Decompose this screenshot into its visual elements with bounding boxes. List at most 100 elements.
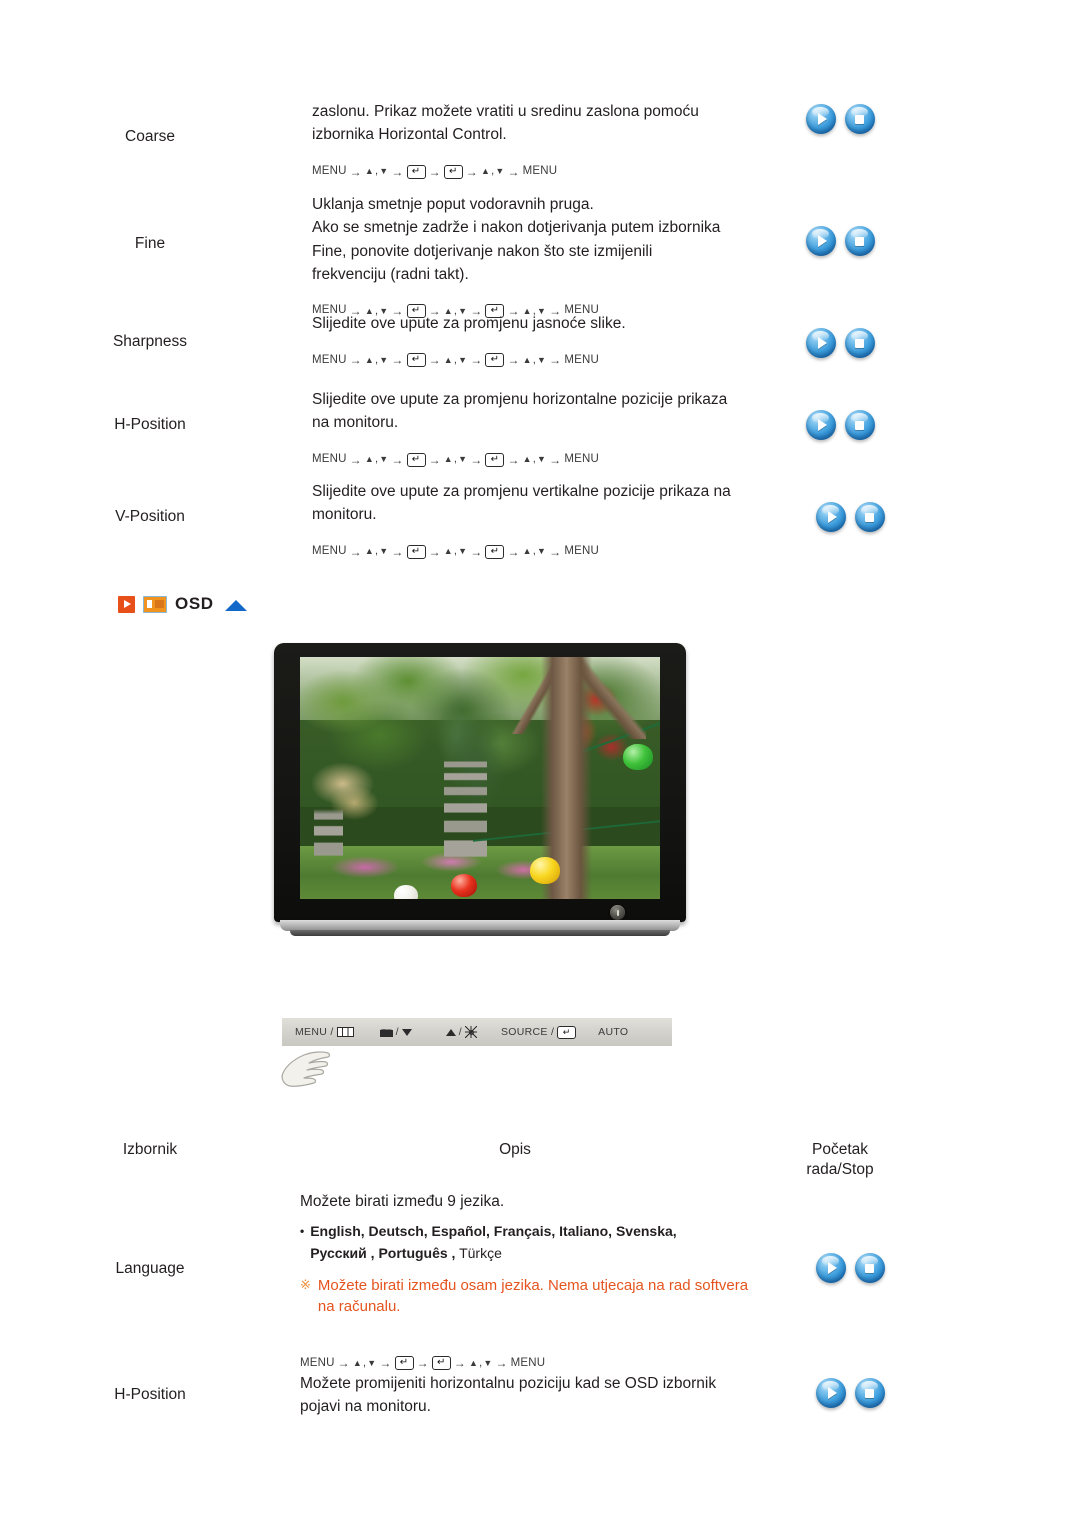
arrow-icon: → (507, 164, 520, 179)
arrow-icon: → (549, 353, 562, 368)
power-button-icon[interactable] (610, 905, 625, 920)
language-line-1: English, Deutsch, Español, Français, Ita… (310, 1223, 677, 1240)
play-icon (816, 1253, 846, 1283)
arrow-icon: → (507, 353, 520, 368)
updown-icon: ▲, ▼ (522, 353, 547, 366)
menu-label-language: Language (115, 1260, 185, 1277)
updown-icon: ▲, ▼ (522, 453, 547, 465)
enter-key-icon: ↵ (406, 164, 426, 179)
stop-icon (855, 502, 885, 532)
control-slash-label: / (458, 1026, 462, 1038)
language-list-lines: English, Deutsch, Español, Français, Ita… (310, 1221, 676, 1264)
hand-pointer-icon (278, 1046, 334, 1092)
lantern-red (451, 873, 478, 897)
play-button[interactable] (805, 410, 836, 440)
play-button[interactable] (815, 1253, 846, 1283)
stop-button[interactable] (854, 1253, 885, 1283)
stop-icon (855, 1253, 885, 1283)
header-menu: Izbornik (122, 1141, 178, 1158)
stop-button[interactable] (844, 226, 875, 256)
play-button[interactable] (815, 1378, 846, 1408)
enter-key-icon: ↵ (485, 353, 505, 368)
arrow-icon: → (507, 544, 520, 559)
arrow-icon: → (349, 353, 362, 368)
header-start-stop-line1: Početak (811, 1141, 868, 1158)
table-row-fine: Fine Uklanja smetnje poput vodoravnih pr… (0, 193, 1080, 320)
brightness-sun-icon (465, 1026, 477, 1038)
scroll-up-triangle-icon[interactable] (224, 599, 247, 611)
osd-section-label: OSD (175, 594, 214, 613)
arrow-icon: → (391, 544, 404, 559)
start-stop-buttons-osd-h-position (750, 1372, 950, 1408)
stop-button[interactable] (844, 328, 875, 358)
description-language: Možete birati između 9 jezika. • English… (300, 1190, 750, 1372)
arrow-icon: → (428, 164, 441, 179)
arrow-icon: → (470, 544, 483, 559)
header-start-stop-line2: rada/Stop (806, 1161, 874, 1179)
table-row-v-position: V-Position Slijedite ove upute za promje… (0, 480, 1080, 561)
play-icon (806, 328, 836, 358)
arrow-icon: → (416, 1356, 429, 1371)
arrow-icon: → (428, 452, 441, 467)
arrow-icon: → (428, 353, 441, 368)
arrow-icon: → (470, 353, 483, 368)
arrow-icon: → (337, 1356, 350, 1371)
start-stop-buttons-language (750, 1190, 950, 1283)
osd-section-header: OSD (118, 594, 247, 614)
play-button[interactable] (815, 502, 846, 532)
menu-path-h-position: MENU → ▲, ▼ → ↵ → ▲, ▼ → ↵ → ▲, ▼ → MENU (312, 451, 730, 469)
menu-label-sharpness: Sharpness (112, 333, 188, 350)
arrow-icon: → (465, 164, 478, 179)
play-button[interactable] (805, 104, 836, 134)
language-line-2-normal: Türkçe (455, 1244, 502, 1261)
arrow-icon: → (349, 164, 362, 179)
enter-key-icon: ↵ (406, 544, 426, 559)
description-text: Slijedite ove upute za promjenu horizont… (312, 391, 728, 432)
start-stop-buttons-h-position (730, 388, 950, 440)
orange-play-icon (118, 595, 135, 613)
updown-icon: ▲, ▼ (480, 165, 505, 177)
language-line-2-bold: Русский , Português , (310, 1244, 456, 1261)
header-description: Opis (499, 1141, 531, 1158)
arrow-icon: → (470, 452, 483, 467)
play-icon (806, 410, 836, 440)
play-button[interactable] (805, 328, 836, 358)
stop-icon (845, 328, 875, 358)
menu-path-coarse: MENU → ▲, ▼ → ↵ → ↵ → ▲, ▼ → MENU (312, 163, 730, 181)
contrast-icon (379, 1027, 393, 1037)
stop-button[interactable] (854, 502, 885, 532)
stop-icon (855, 1378, 885, 1408)
arrow-icon: → (391, 164, 404, 179)
menu-box-icon (336, 1027, 354, 1037)
enter-key-icon: ↵ (406, 353, 426, 368)
control-brightness-up-button[interactable]: / (445, 1026, 477, 1038)
header-start-stop: Početak rada/Stop (730, 1140, 950, 1180)
enter-key-icon: ↵ (443, 164, 463, 179)
stop-button[interactable] (854, 1378, 885, 1408)
control-source-label: SOURCE / (501, 1026, 555, 1038)
pagoda-small (314, 809, 344, 868)
arrow-icon: → (495, 1356, 508, 1371)
updown-icon: ▲, ▼ (443, 453, 468, 465)
control-source-button[interactable]: SOURCE / ↵ (501, 1025, 577, 1039)
play-icon (816, 1378, 846, 1408)
screen-icon (143, 595, 167, 613)
description-text: Slijedite ove upute za promjenu vertikal… (312, 483, 731, 524)
stop-icon (845, 410, 875, 440)
arrow-icon: → (379, 1356, 392, 1371)
arrow-icon: → (391, 452, 404, 467)
stop-button[interactable] (844, 410, 875, 440)
control-contrast-down-button[interactable]: / (379, 1026, 412, 1038)
menu-path-sharpness: MENU → ▲, ▼ → ↵ → ▲, ▼ → ↵ → ▲, ▼ → MENU (312, 351, 730, 369)
table-row-osd-h-position: H-Position Možete promijeniti horizontal… (0, 1372, 1080, 1419)
language-list: • English, Deutsch, Español, Français, I… (300, 1221, 750, 1264)
updown-icon: ▲, ▼ (364, 353, 389, 366)
play-button[interactable] (805, 226, 836, 256)
stop-button[interactable] (844, 104, 875, 134)
control-auto-button[interactable]: AUTO (598, 1026, 628, 1038)
monitor-screen (300, 657, 660, 899)
enter-key-icon: ↵ (485, 452, 505, 467)
control-menu-button[interactable]: MENU / (295, 1026, 354, 1038)
description-text: Uklanja smetnje poput vodoravnih pruga. … (312, 196, 721, 283)
updown-icon: ▲, ▼ (468, 1356, 493, 1369)
